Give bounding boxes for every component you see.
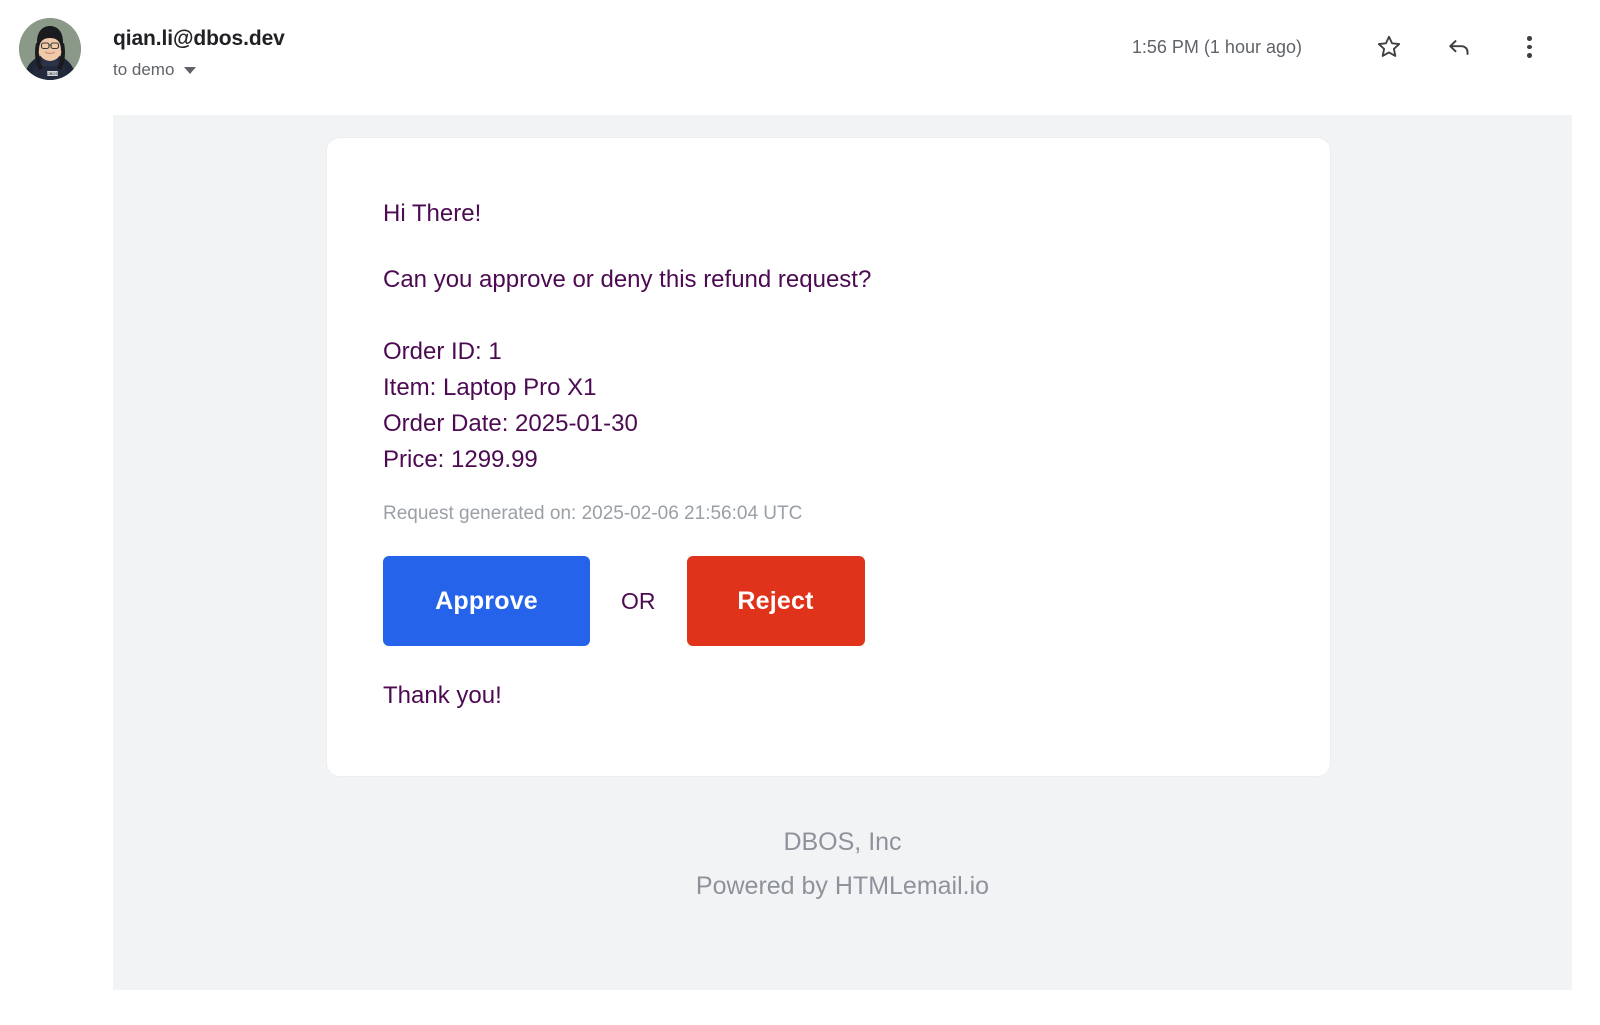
reject-button[interactable]: Reject	[686, 556, 865, 646]
order-price-line: Price: 1299.99	[383, 446, 538, 473]
or-separator-label: OR	[621, 588, 656, 614]
recipient-label: to demo	[113, 60, 175, 79]
sender-info: qian.li@dbos.dev to demo	[113, 26, 285, 80]
dot	[1526, 44, 1532, 50]
svg-text:DBOS: DBOS	[47, 71, 59, 76]
greeting-text: Hi There!	[383, 200, 482, 227]
generated-timestamp: Request generated on: 2025-02-06 21:56:0…	[383, 503, 803, 524]
avatar[interactable]: DBOS	[19, 18, 81, 80]
email-message-view: DBOS qian.li@dbos.dev to demo 1:56 PM (1…	[0, 0, 1600, 1025]
approve-button[interactable]: Approve	[383, 556, 590, 646]
email-content-card: Hi There! Can you approve or deny this r…	[326, 137, 1331, 777]
question-text: Can you approve or deny this refund requ…	[383, 266, 872, 293]
chevron-down-icon[interactable]	[184, 66, 197, 74]
order-item-line: Item: Laptop Pro X1	[383, 374, 597, 401]
order-date-line: Order Date: 2025-01-30	[383, 410, 638, 437]
reply-arrow-icon[interactable]	[1442, 30, 1476, 64]
header-actions: 1:56 PM (1 hour ago)	[1132, 30, 1546, 64]
recipient-row[interactable]: to demo	[113, 60, 285, 80]
thanks-text: Thank you!	[383, 682, 502, 709]
order-id-line: Order ID: 1	[383, 338, 502, 365]
dot	[1526, 36, 1532, 41]
message-timestamp: 1:56 PM (1 hour ago)	[1131, 37, 1302, 57]
footer-powered-by: Powered by HTMLemail.io	[695, 872, 990, 900]
footer-company: DBOS, Inc	[783, 828, 902, 856]
order-details: Order ID: 1 Item: Laptop Pro X1 Order Da…	[383, 334, 1274, 478]
message-header: DBOS qian.li@dbos.dev to demo 1:56 PM (1…	[0, 0, 1600, 115]
action-button-row: Approve OR Reject	[383, 556, 1274, 646]
email-footer: DBOS, Inc Powered by HTMLemail.io	[113, 820, 1572, 908]
more-vertical-icon[interactable]	[1512, 30, 1546, 64]
email-body-canvas: Hi There! Can you approve or deny this r…	[113, 115, 1572, 990]
star-outline-icon[interactable]	[1372, 30, 1406, 64]
sender-email[interactable]: qian.li@dbos.dev	[113, 26, 285, 52]
dot	[1526, 53, 1532, 59]
